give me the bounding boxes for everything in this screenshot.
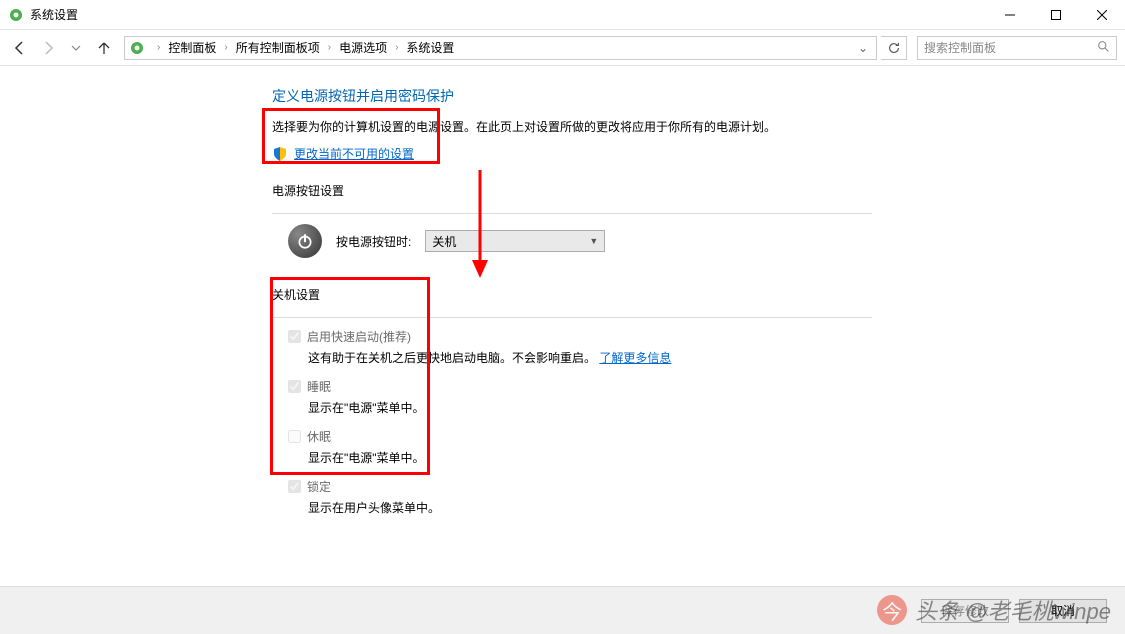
breadcrumb[interactable]: 所有控制面板项 [234,39,322,56]
option-desc: 显示在"电源"菜单中。 [308,449,1125,466]
page-description: 选择要为你的计算机设置的电源设置。在此页上对设置所做的更改将应用于你所有的电源计… [272,118,1125,135]
power-action-select[interactable]: 关机 ▼ [425,230,605,252]
search-icon [1097,40,1110,56]
titlebar: 系统设置 [0,0,1125,30]
power-icon [288,224,322,258]
chevron-down-icon[interactable]: ⌄ [854,41,872,55]
content-area: 定义电源按钮并启用密码保护 选择要为你的计算机设置的电源设置。在此页上对设置所做… [0,66,1125,516]
back-button[interactable] [8,36,32,60]
up-button[interactable] [92,36,116,60]
chevron-down-icon: ▼ [589,236,598,246]
chevron-right-icon: › [322,42,337,53]
option-fast-startup: 启用快速启动(推荐) 这有助于在关机之后更快地启动电脑。不会影响重启。 了解更多… [288,328,1125,366]
checkbox-lock[interactable] [288,480,301,493]
close-button[interactable] [1079,0,1125,30]
address-bar[interactable]: › 控制面板 › 所有控制面板项 › 电源选项 › 系统设置 ⌄ [124,36,877,60]
power-action-value: 关机 [432,233,456,250]
chevron-right-icon: › [151,42,166,53]
refresh-button[interactable] [881,36,907,60]
option-hibernate: 休眠 显示在"电源"菜单中。 [288,428,1125,466]
breadcrumb[interactable]: 电源选项 [337,39,389,56]
option-lock: 锁定 显示在用户头像菜单中。 [288,478,1125,516]
checkbox-hibernate[interactable] [288,430,301,443]
recent-dropdown[interactable] [64,36,88,60]
breadcrumb[interactable]: 控制面板 [166,39,218,56]
checkbox-fast-startup[interactable] [288,330,301,343]
unlock-settings-link[interactable]: 更改当前不可用的设置 [294,145,414,162]
page-heading: 定义电源按钮并启用密码保护 [272,86,1125,106]
chevron-right-icon: › [218,42,233,53]
shield-icon [272,146,288,162]
option-desc: 这有助于在关机之后更快地启动电脑。不会影响重启。 了解更多信息 [308,349,1125,366]
learn-more-link[interactable]: 了解更多信息 [599,351,671,365]
minimize-button[interactable] [987,0,1033,30]
option-sleep: 睡眠 显示在"电源"菜单中。 [288,378,1125,416]
toolbar: › 控制面板 › 所有控制面板项 › 电源选项 › 系统设置 ⌄ 搜索控制面板 [0,30,1125,66]
section-title-shutdown: 关机设置 [272,286,872,305]
power-button-row: 按电源按钮时: 关机 ▼ [288,224,1125,258]
breadcrumb[interactable]: 系统设置 [404,39,456,56]
maximize-button[interactable] [1033,0,1079,30]
search-placeholder: 搜索控制面板 [924,39,1097,56]
checkbox-sleep[interactable] [288,380,301,393]
footer: 保存修改 取消 [0,586,1125,634]
app-icon [8,7,24,23]
save-button[interactable]: 保存修改 [921,599,1009,623]
shutdown-options: 启用快速启动(推荐) 这有助于在关机之后更快地启动电脑。不会影响重启。 了解更多… [288,328,1125,516]
option-desc: 显示在用户头像菜单中。 [308,499,1125,516]
location-icon [129,40,145,56]
forward-button[interactable] [36,36,60,60]
option-desc: 显示在"电源"菜单中。 [308,399,1125,416]
power-button-label: 按电源按钮时: [336,233,411,250]
window-title: 系统设置 [30,6,987,23]
search-input[interactable]: 搜索控制面板 [917,36,1117,60]
section-title-power-button: 电源按钮设置 [272,182,872,201]
chevron-right-icon: › [389,42,404,53]
unlock-settings-row: 更改当前不可用的设置 [272,145,1125,162]
cancel-button[interactable]: 取消 [1019,599,1107,623]
